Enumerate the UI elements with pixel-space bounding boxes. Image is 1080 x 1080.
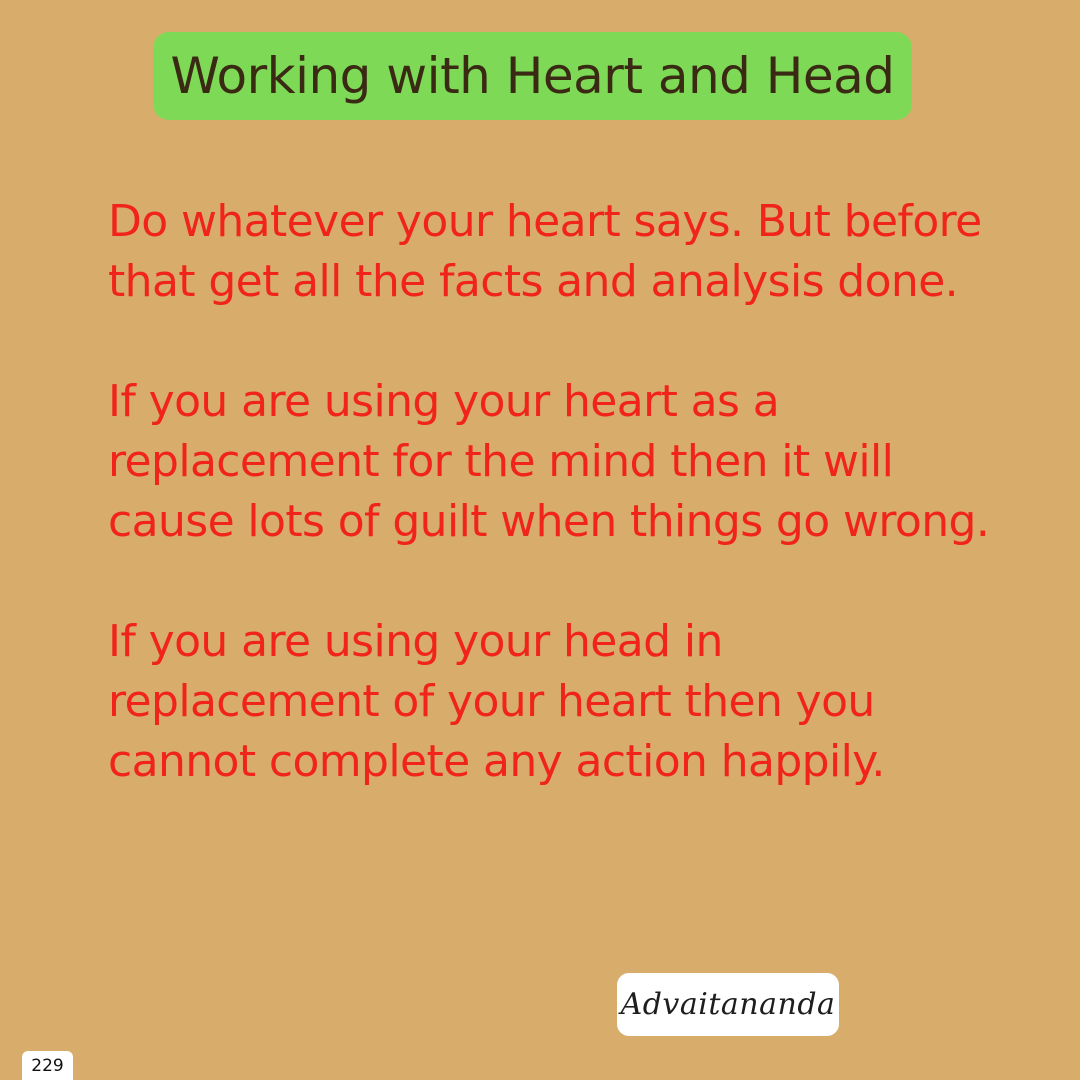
paragraph-line: replacement for the mind then it will: [108, 436, 894, 487]
paragraph-line: If you are using your heart as a: [108, 376, 780, 427]
paragraph-line: cannot complete any action happily.: [108, 736, 885, 787]
paragraph-line: that get all the facts and analysis done…: [108, 256, 959, 307]
signature-badge: Advaitananda: [617, 973, 839, 1036]
author-signature: Advaitananda: [620, 987, 836, 1022]
paragraph-line: Do whatever your heart says. But before: [108, 196, 982, 247]
page-title: Working with Heart and Head: [170, 47, 895, 105]
page-number: 229: [31, 1055, 64, 1076]
paragraph-line: replacement of your heart then you: [108, 676, 875, 727]
title-banner: Working with Heart and Head: [153, 32, 912, 120]
paragraph-line: cause lots of guilt when things go wrong…: [108, 496, 990, 547]
paragraph-2: If you are using your heart as a replace…: [108, 372, 1028, 552]
paragraph-line: If you are using your head in: [108, 616, 723, 667]
paragraph-1: Do whatever your heart says. But before …: [108, 192, 1028, 312]
paragraph-3: If you are using your head in replacemen…: [108, 612, 1028, 792]
page-number-badge: 229: [22, 1051, 73, 1080]
